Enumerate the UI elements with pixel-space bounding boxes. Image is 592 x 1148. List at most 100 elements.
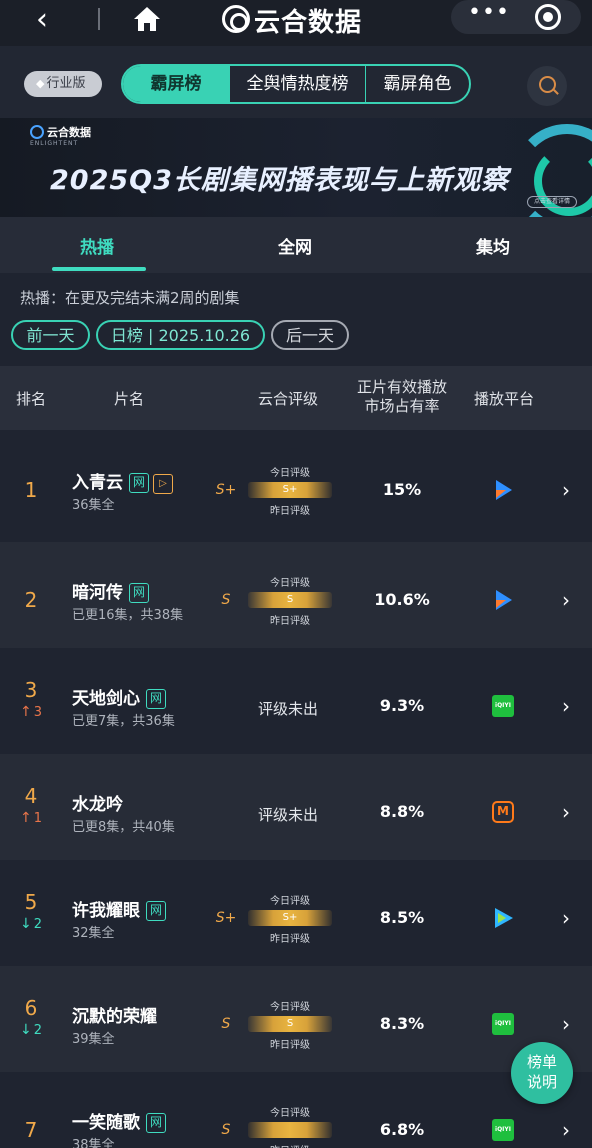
top-bar: ‹ 云合数据 ••• — [0, 0, 592, 46]
yesterday-rating-label: 昨日评级 — [270, 506, 310, 517]
banner-logo-icon — [30, 125, 44, 139]
rank-number: 3 — [24, 678, 38, 702]
drama-title: 天地剑心网 — [72, 684, 166, 709]
market-share: 15% — [382, 480, 422, 499]
chevron-right-icon[interactable]: › — [562, 906, 570, 930]
chevron-right-icon[interactable]: › — [562, 800, 570, 824]
chevron-right-icon[interactable]: › — [562, 588, 570, 612]
banner-title: 2025Q3长剧集网播表现与上新观察 — [50, 165, 509, 196]
rating-grade: S — [221, 592, 231, 608]
prev-day-button[interactable]: 前一天 — [11, 320, 90, 350]
rating-grade: S+ — [215, 482, 237, 498]
header-platform: 播放平台 — [474, 390, 535, 408]
drama-title: 暗河传网 — [72, 578, 149, 603]
diamond-icon: ◆ — [36, 77, 45, 90]
rating-compare: 今日评级 S 昨日评级 — [244, 998, 336, 1051]
play-tag-icon: ▷ — [153, 474, 173, 494]
header-market-share: 正片有效播放 市场占有率 — [356, 378, 447, 415]
home-icon[interactable] — [132, 4, 162, 34]
rank-number: 6 — [24, 996, 38, 1020]
segment-dominance-chart[interactable]: 霸屏榜 — [123, 66, 230, 102]
market-share: 10.6% — [374, 590, 430, 609]
web-series-tag: 网 — [129, 473, 149, 493]
yesterday-rating-label: 昨日评级 — [270, 1040, 310, 1051]
youku-icon — [492, 589, 514, 611]
rank-number: 4 — [24, 784, 38, 808]
rating-grade: S — [221, 1122, 231, 1138]
today-rating-label: 今日评级 — [270, 468, 310, 479]
rank-number: 7 — [24, 1118, 38, 1142]
chevron-right-icon[interactable]: › — [562, 694, 570, 718]
segment-public-opinion-chart[interactable]: 全舆情热度榜 — [230, 66, 366, 102]
close-miniprogram-icon[interactable] — [535, 4, 561, 30]
table-row[interactable]: 2 暗河传网已更16集，共38集 S 今日评级 S 昨日评级 10.6% › — [0, 542, 592, 648]
tab-all[interactable]: 全网 — [278, 233, 312, 258]
chevron-right-icon[interactable]: › — [562, 478, 570, 502]
date-selector[interactable]: 日榜 | 2025.10.26 — [96, 320, 265, 350]
market-share: 8.8% — [379, 802, 425, 821]
episode-status: 38集全 — [72, 1138, 115, 1148]
chevron-right-icon[interactable]: › — [562, 1012, 570, 1036]
category-bar: ◆ 行业版 霸屏榜 全舆情热度榜 霸屏角色 — [0, 46, 592, 118]
web-series-tag: 网 — [146, 689, 166, 709]
drama-title: 一笑随歌网 — [72, 1108, 166, 1133]
next-day-button[interactable]: 后一天 — [271, 320, 349, 350]
industry-edition-badge[interactable]: ◆ 行业版 — [24, 71, 102, 97]
rank-change: ↓ 2 — [19, 1022, 42, 1038]
arrow-down-icon: ↓ — [19, 1022, 32, 1038]
today-rating-value: S+ — [282, 912, 298, 923]
episode-status: 39集全 — [72, 1032, 115, 1047]
chevron-right-icon[interactable]: › — [562, 1118, 570, 1142]
episode-status: 已更7集，共36集 — [72, 714, 175, 729]
youku-icon — [492, 479, 514, 501]
today-rating-label: 今日评级 — [270, 578, 310, 589]
yesterday-rating-label: 昨日评级 — [270, 616, 310, 627]
table-row[interactable]: 1 入青云网 ▷ 36集全 S+ 今日评级 S+ 昨日评级 15% › — [0, 432, 592, 538]
episode-status: 已更16集，共38集 — [72, 608, 184, 623]
chart-explanation-button[interactable]: 榜单 说明 — [511, 1042, 573, 1104]
back-icon[interactable]: ‹ — [36, 2, 48, 37]
today-rating-value: S — [286, 1018, 294, 1029]
rating-grade: S+ — [215, 910, 237, 926]
header-rank: 排名 — [16, 390, 47, 408]
table-row[interactable]: 3 ↑ 3 天地剑心网已更7集，共36集 评级未出 9.3% iQIYI › — [0, 648, 592, 754]
promo-banner[interactable]: 云合数据 ENLIGHTENT 2025Q3长剧集网播表现与上新观察 点击查看详… — [0, 118, 592, 217]
iqiyi-icon: iQIYI — [492, 1119, 514, 1141]
market-share: 6.8% — [379, 1120, 425, 1139]
tab-hot[interactable]: 热播 — [80, 233, 114, 258]
web-series-tag: 网 — [146, 901, 166, 921]
rating-compare: 今日评级 S+ 昨日评级 — [244, 464, 336, 517]
table-row[interactable]: 5 ↓ 2 许我耀眼网 32集全 S+ 今日评级 S+ 昨日评级 8.5% › — [0, 860, 592, 966]
yesterday-rating-label: 昨日评级 — [244, 1142, 336, 1148]
drama-title: 沉默的荣耀 — [72, 1007, 157, 1027]
arrow-down-icon: ↓ — [19, 916, 32, 932]
banner-logo: 云合数据 — [30, 124, 91, 140]
market-share: 8.3% — [379, 1014, 425, 1033]
today-rating-label: 今日评级 — [270, 896, 310, 907]
rank-number: 2 — [24, 588, 38, 612]
rank-number: 5 — [24, 890, 38, 914]
rank-change: ↓ 2 — [19, 916, 42, 932]
table-row[interactable]: 6 ↓ 2 沉默的荣耀 39集全 S 今日评级 S 昨日评级 8.3% iQIYI › — [0, 966, 592, 1072]
header-rating: 云合评级 — [258, 390, 319, 408]
arrow-up-icon: ↑ — [19, 704, 32, 720]
yesterday-rating-label: 昨日评级 — [270, 934, 310, 945]
banner-logo-sub: ENLIGHTENT — [30, 140, 79, 147]
search-icon[interactable] — [527, 66, 567, 106]
more-icon[interactable]: ••• — [468, 0, 510, 25]
web-series-tag: 网 — [129, 583, 149, 603]
header-title: 片名 — [114, 390, 145, 408]
drama-title: 水龙吟 — [72, 795, 123, 815]
episode-status: 已更8集，共40集 — [72, 820, 175, 835]
banner-detail-button[interactable]: 点击查看详情 — [527, 196, 577, 208]
divider — [98, 8, 100, 30]
arrow-up-icon: ↑ — [19, 810, 32, 826]
table-row[interactable]: 4 ↑ 1 水龙吟 已更8集，共40集 评级未出 8.8% M › — [0, 754, 592, 860]
web-series-tag: 网 — [146, 1113, 166, 1133]
today-rating-label: 今日评级 — [270, 1108, 310, 1119]
tab-per-episode[interactable]: 集均 — [476, 233, 510, 258]
segmented-control: 霸屏榜 全舆情热度榜 霸屏角色 — [121, 64, 471, 104]
segment-dominance-roles[interactable]: 霸屏角色 — [366, 66, 469, 102]
table-row[interactable]: 7 一笑随歌网 38集全 S 今日评级 昨日评级 6.8% iQIYI › — [0, 1072, 592, 1148]
main-tabs: 热播 全网 集均 — [0, 217, 592, 273]
